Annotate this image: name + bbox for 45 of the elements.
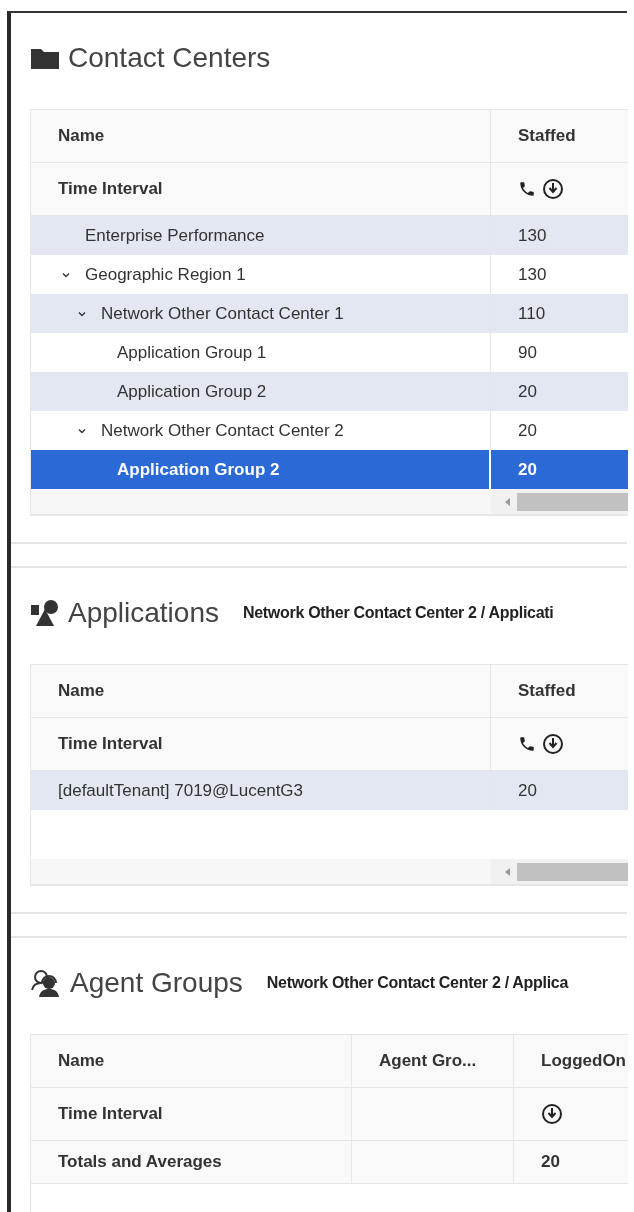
phone-icon [518,180,536,198]
folder-icon [30,46,60,70]
shapes-icon [30,599,60,627]
table-cell-text: 20 [517,779,538,802]
clock-icon [542,733,564,755]
table-cell-text: 20 [517,380,538,403]
row-name[interactable]: Geographic Region 1 [85,264,246,285]
horizontal-scrollbar[interactable] [491,859,628,884]
row-name[interactable]: [defaultTenant] 7019@LucentG3 [58,780,304,801]
scroll-left-icon[interactable] [503,496,511,507]
agents-icon [30,968,62,998]
interval-label: Time Interval [31,718,491,770]
row-name[interactable]: Enterprise Performance [85,225,265,246]
row-name[interactable]: Application Group 2 [117,459,280,480]
total-value: 20 [541,1152,560,1172]
table-cell-text: 20 [517,458,538,481]
clock-icon [542,178,564,200]
section-title: Applications [68,597,219,629]
row-name[interactable]: Application Group 1 [117,342,267,363]
interval-label: Time Interval [31,1088,352,1140]
table-cell-text: 130 [517,224,548,247]
row-name[interactable]: Network Other Contact Center 2 [101,420,344,441]
section-title: Contact Centers [68,42,271,74]
totals-label: Totals and Averages [31,1141,352,1183]
table-cell-text: 90 [517,341,538,364]
column-header[interactable]: Name [31,665,491,717]
scroll-left-icon[interactable] [503,866,511,877]
breadcrumb: Network Other Contact Center 2 / Applicati [243,604,554,622]
breadcrumb: Network Other Contact Center 2 / Applica [266,974,569,992]
phone-icon [518,735,536,753]
clock-icon [541,1103,563,1125]
column-header[interactable]: LoggedOn [514,1035,628,1087]
column-header[interactable]: Staffed [491,665,628,717]
row-name[interactable]: Network Other Contact Center 1 [101,303,344,324]
horizontal-scrollbar[interactable] [491,489,628,514]
table-cell-text: 20 [517,419,538,442]
row-name[interactable]: Application Group 2 [117,381,267,402]
section-title: Agent Groups [70,967,243,999]
table-cell-text: 110 [517,302,547,325]
column-header[interactable]: Staffed [491,110,628,162]
column-header[interactable]: Name [31,110,491,162]
column-header[interactable]: Agent Gro... [352,1035,514,1087]
table-cell-text: 130 [517,263,548,286]
interval-label: Time Interval [31,163,491,215]
column-header[interactable]: Name [31,1035,352,1087]
